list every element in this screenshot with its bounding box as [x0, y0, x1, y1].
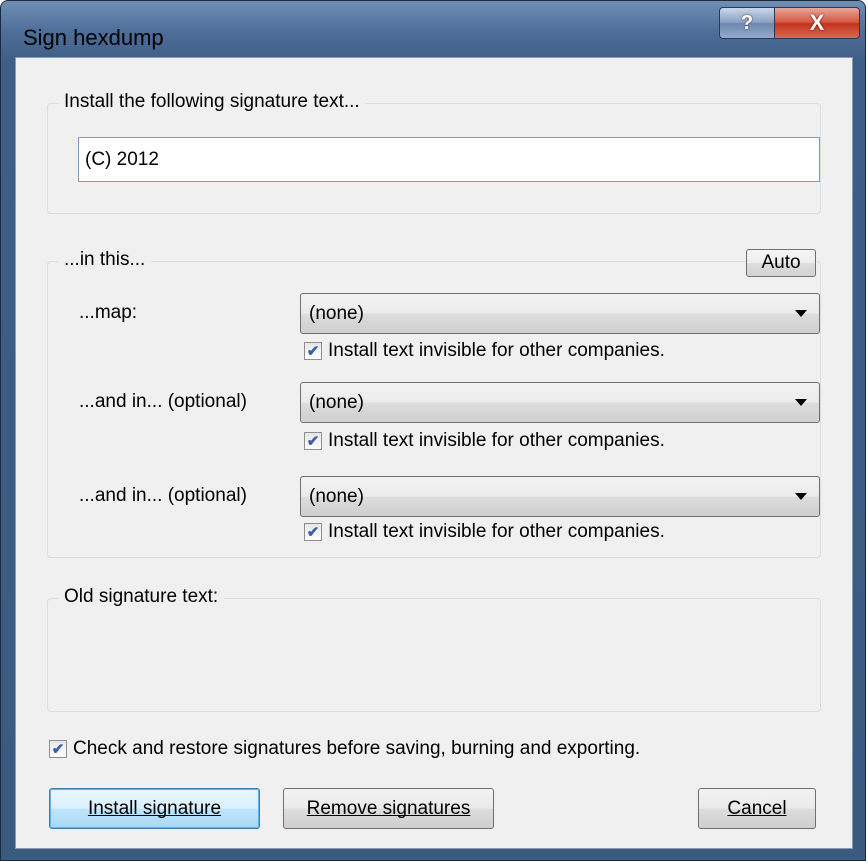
dialog-client-area: Install the following signature text... …: [15, 57, 853, 849]
window-title: Sign hexdump: [23, 25, 164, 50]
optional-combo-2-value: (none): [309, 486, 364, 507]
map-combo[interactable]: (none): [300, 293, 820, 334]
cancel-button[interactable]: Cancel: [698, 788, 816, 829]
install-signature-button[interactable]: Install signature: [49, 788, 260, 829]
map-combo-value: (none): [309, 303, 364, 324]
auto-button[interactable]: Auto: [746, 249, 816, 277]
optional-combo-1[interactable]: (none): [300, 382, 820, 423]
optional-2-invisible-checkbox-row[interactable]: ✔ Install text invisible for other compa…: [304, 521, 665, 543]
map-invisible-checkbox-row[interactable]: ✔ Install text invisible for other compa…: [304, 340, 665, 362]
map-invisible-checkbox[interactable]: ✔: [304, 342, 322, 360]
check-icon: ✔: [306, 523, 320, 541]
optional-2-invisible-checkbox[interactable]: ✔: [304, 523, 322, 541]
optional-combo-1-value: (none): [309, 392, 364, 413]
check-restore-checkbox-row[interactable]: ✔ Check and restore signatures before sa…: [49, 738, 640, 760]
help-icon: ?: [740, 11, 754, 34]
target-legend: ...in this...: [58, 249, 152, 271]
close-button[interactable]: X: [774, 7, 860, 39]
optional-2-invisible-label: Install text invisible for other compani…: [328, 521, 665, 542]
chevron-down-icon: [795, 399, 807, 406]
old-signature-legend: Old signature text:: [58, 586, 225, 608]
chevron-down-icon: [795, 310, 807, 317]
signature-text-input[interactable]: [78, 137, 820, 182]
check-icon: ✔: [306, 432, 320, 450]
optional-1-invisible-checkbox-row[interactable]: ✔ Install text invisible for other compa…: [304, 430, 665, 452]
dialog-window: Sign hexdump ? X Install the following s…: [0, 0, 866, 861]
close-icon: X: [809, 10, 825, 35]
map-invisible-label: Install text invisible for other compani…: [328, 340, 665, 361]
optional-label-2: ...and in... (optional): [79, 485, 247, 506]
check-restore-label: Check and restore signatures before savi…: [73, 738, 641, 759]
title-bar[interactable]: Sign hexdump ? X: [1, 1, 865, 57]
optional-1-invisible-checkbox[interactable]: ✔: [304, 432, 322, 450]
check-restore-checkbox[interactable]: ✔: [49, 740, 67, 758]
check-icon: ✔: [51, 740, 65, 758]
map-label: ...map:: [79, 302, 138, 323]
signature-text-legend: Install the following signature text...: [58, 91, 366, 113]
remove-signatures-button[interactable]: Remove signatures: [283, 788, 494, 829]
optional-combo-2[interactable]: (none): [300, 476, 820, 517]
old-signature-group: Old signature text:: [47, 586, 821, 712]
optional-1-invisible-label: Install text invisible for other compani…: [328, 430, 665, 451]
optional-label-1: ...and in... (optional): [79, 391, 247, 412]
chevron-down-icon: [795, 493, 807, 500]
check-icon: ✔: [306, 342, 320, 360]
help-button[interactable]: ?: [719, 7, 775, 39]
